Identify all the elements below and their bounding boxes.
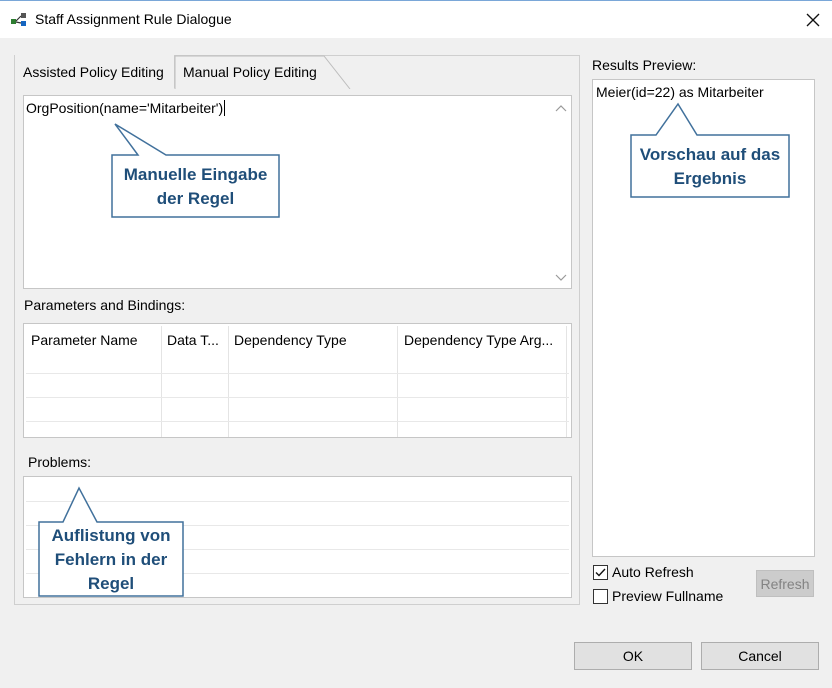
parameters-label: Parameters and Bindings: [24, 297, 186, 313]
policy-editor-text[interactable]: OrgPosition(name='Mitarbeiter') [26, 100, 226, 116]
editor-scrollbar[interactable] [551, 96, 571, 288]
workflow-nodes-icon [11, 13, 26, 26]
scroll-up-arrow-icon[interactable] [555, 104, 567, 112]
tab-manual-label: Manual Policy Editing [183, 64, 317, 80]
table-row-separator [26, 373, 569, 374]
callout-results: Vorschau auf das Ergebnis [631, 143, 789, 191]
window-title: Staff Assignment Rule Dialogue [35, 11, 232, 27]
table-row-separator [26, 421, 569, 422]
cancel-button[interactable]: Cancel [701, 642, 819, 670]
scroll-down-arrow-icon[interactable] [555, 274, 567, 282]
column-header-dependency-type[interactable]: Dependency Type [234, 332, 347, 348]
tab-assisted-label: Assisted Policy Editing [23, 64, 164, 80]
close-icon[interactable] [800, 7, 826, 33]
auto-refresh-label[interactable]: Auto Refresh [612, 564, 694, 580]
callout-problems-line: Auflistung von [51, 526, 171, 545]
callout-problems-line: Fehlern in der [54, 550, 168, 569]
checkmark-icon [595, 568, 606, 577]
text-caret [224, 100, 226, 116]
preview-fullname-label[interactable]: Preview Fullname [612, 588, 723, 604]
refresh-button[interactable]: Refresh [756, 570, 814, 597]
callout-editor-line: Manuelle Eingabe [123, 165, 268, 184]
parameters-table[interactable]: Parameter Name Data T... Dependency Type… [23, 323, 572, 438]
preview-fullname-checkbox[interactable] [593, 589, 608, 604]
problems-label: Problems: [28, 454, 92, 470]
title-bar: Staff Assignment Rule Dialogue [0, 0, 832, 38]
tab-assisted-policy-editing[interactable]: Assisted Policy Editing [15, 55, 175, 88]
ok-button[interactable]: OK [574, 642, 692, 670]
list-row-separator [26, 501, 569, 502]
table-row-separator [26, 397, 569, 398]
list-item[interactable]: Meier(id=22) as Mitarbeiter [596, 84, 764, 100]
policy-expression: OrgPosition(name='Mitarbeiter') [26, 100, 224, 116]
results-preview-label: Results Preview: [592, 57, 697, 73]
callout-problems-line: Regel [87, 574, 135, 593]
auto-refresh-checkbox[interactable] [593, 565, 608, 580]
callout-results-line: Vorschau auf das [639, 145, 781, 164]
callout-results-line: Ergebnis [673, 169, 747, 188]
column-header-dependency-type-arg[interactable]: Dependency Type Arg... [404, 332, 553, 348]
column-header-data-type[interactable]: Data T... [167, 332, 219, 348]
column-header-parameter-name[interactable]: Parameter Name [31, 332, 138, 348]
policy-editor[interactable]: OrgPosition(name='Mitarbeiter') [23, 95, 572, 289]
callout-editor: Manuelle Eingabe der Regel [112, 163, 279, 211]
callout-problems: Auflistung von Fehlern in der Regel [39, 524, 183, 596]
callout-editor-line: der Regel [156, 189, 235, 208]
tab-manual-policy-editing[interactable]: Manual Policy Editing [183, 55, 343, 88]
